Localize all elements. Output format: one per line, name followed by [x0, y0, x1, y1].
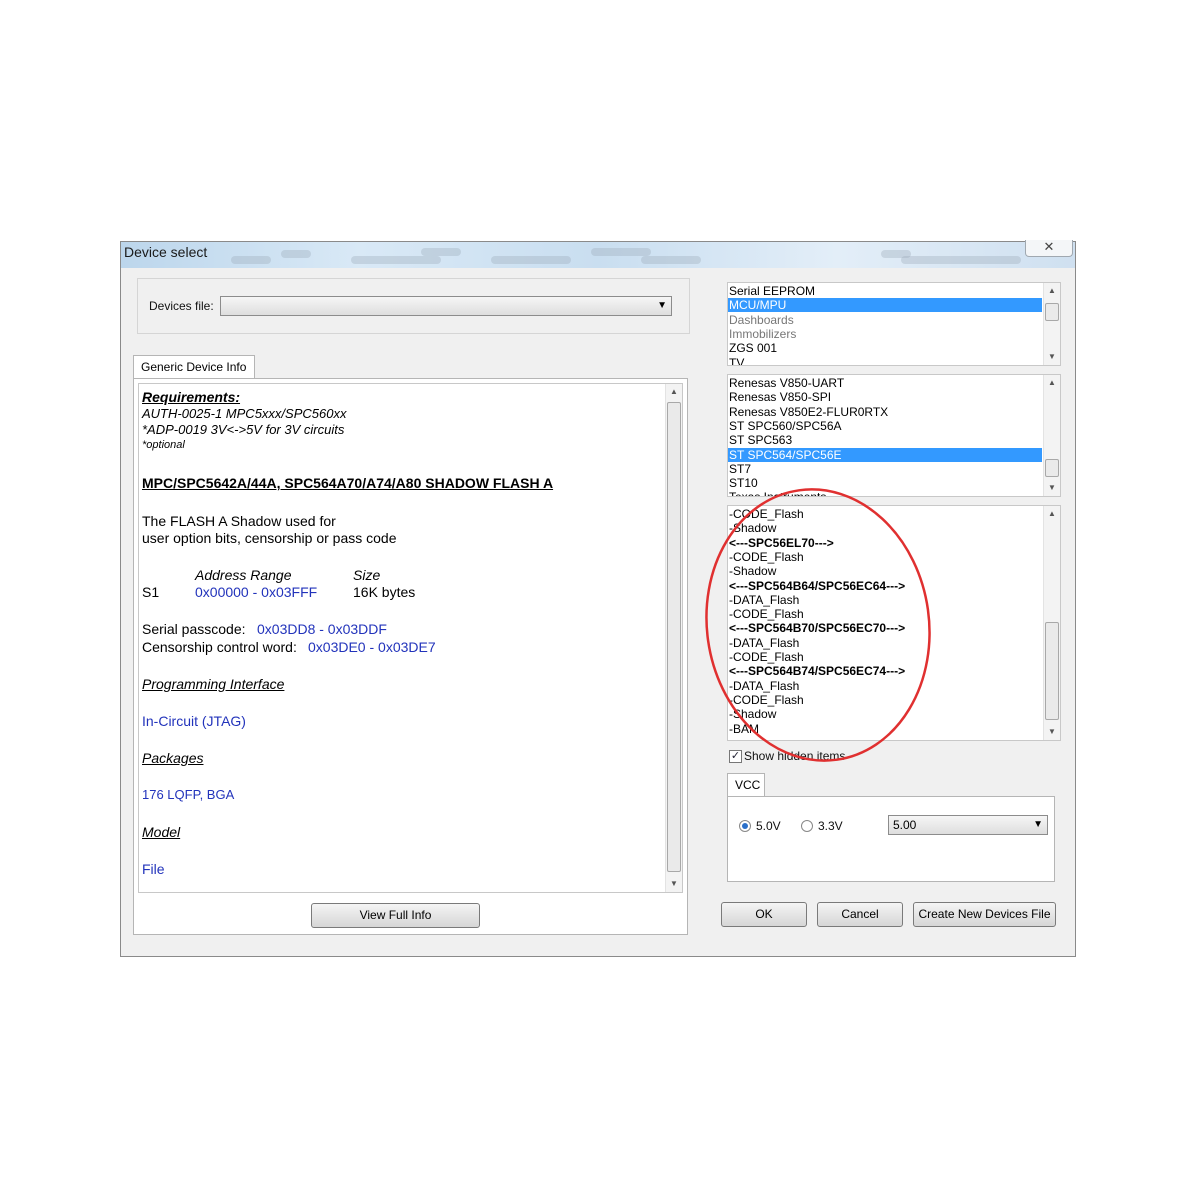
highlight-circle: [705, 488, 931, 762]
annotation-overlay: [705, 488, 931, 762]
